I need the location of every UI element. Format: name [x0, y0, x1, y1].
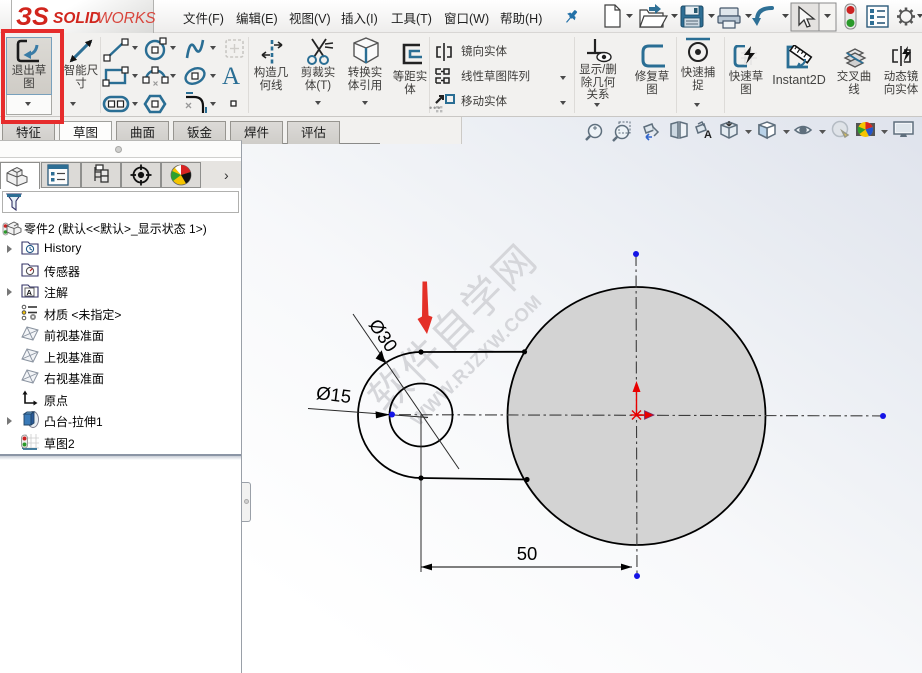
svg-text:Ø30: Ø30: [365, 315, 402, 356]
svg-text:A: A: [27, 288, 33, 297]
svg-text:50: 50: [517, 543, 538, 564]
svg-text:Ø15: Ø15: [315, 382, 352, 407]
svg-text:A: A: [704, 129, 712, 141]
